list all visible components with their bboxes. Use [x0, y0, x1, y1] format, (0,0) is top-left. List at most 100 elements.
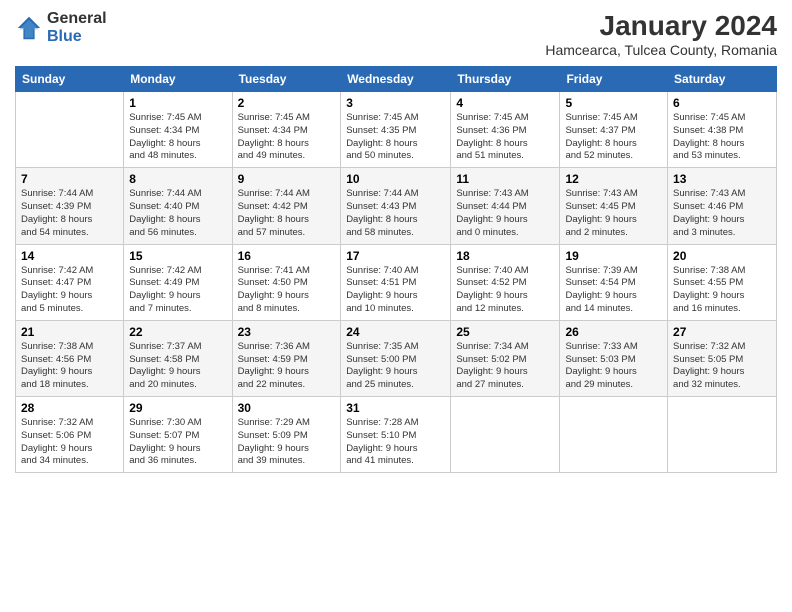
day-info: Sunrise: 7:34 AMSunset: 5:02 PMDaylight:…	[456, 341, 554, 392]
page-subtitle: Hamcearca, Tulcea County, Romania	[545, 42, 777, 58]
day-info: Sunrise: 7:36 AMSunset: 4:59 PMDaylight:…	[238, 341, 336, 392]
table-row: 16 Sunrise: 7:41 AMSunset: 4:50 PMDayligh…	[232, 244, 341, 320]
calendar-header-row: Sunday Monday Tuesday Wednesday Thursday…	[16, 67, 777, 92]
table-row: 19Sunrise: 7:39 AMSunset: 4:54 PMDayligh…	[560, 244, 668, 320]
day-info: Sunrise: 7:45 AMSunset: 4:38 PMDaylight:…	[673, 112, 771, 163]
day-number: 7	[21, 172, 118, 186]
table-row: 18 Sunrise: 7:40 AMSunset: 4:52 PMDayligh…	[451, 244, 560, 320]
day-number: 21	[21, 325, 118, 339]
title-block: January 2024 Hamcearca, Tulcea County, R…	[545, 10, 777, 58]
table-row: 17Sunrise: 7:40 AMSunset: 4:51 PMDayligh…	[341, 244, 451, 320]
table-row: 12 Sunrise: 7:43 AMSunset: 4:45 PMDayligh…	[560, 168, 668, 244]
day-number: 17	[346, 249, 445, 263]
table-row: 7 Sunrise: 7:44 AMSunset: 4:39 PMDaylight…	[16, 168, 124, 244]
logo-text: General Blue	[47, 10, 107, 45]
day-number: 4	[456, 96, 554, 110]
table-row	[560, 397, 668, 473]
table-row: 29Sunrise: 7:30 AMSunset: 5:07 PMDayligh…	[124, 397, 232, 473]
table-row: 23 Sunrise: 7:36 AMSunset: 4:59 PMDayligh…	[232, 320, 341, 396]
calendar-week-row: 28 Sunrise: 7:32 AMSunset: 5:06 PMDayligh…	[16, 397, 777, 473]
table-row: 25 Sunrise: 7:34 AMSunset: 5:02 PMDayligh…	[451, 320, 560, 396]
day-info: Sunrise: 7:40 AMSunset: 4:52 PMDaylight:…	[456, 265, 554, 316]
table-row: 9Sunrise: 7:44 AMSunset: 4:42 PMDaylight…	[232, 168, 341, 244]
day-info: Sunrise: 7:43 AMSunset: 4:45 PMDaylight:…	[565, 188, 662, 239]
day-number: 31	[346, 401, 445, 415]
day-info: Sunrise: 7:45 AMSunset: 4:36 PMDaylight:…	[456, 112, 554, 163]
header-friday: Friday	[560, 67, 668, 92]
header-saturday: Saturday	[668, 67, 777, 92]
day-info: Sunrise: 7:45 AMSunset: 4:34 PMDaylight:…	[238, 112, 336, 163]
table-row	[668, 397, 777, 473]
day-info: Sunrise: 7:32 AMSunset: 5:05 PMDaylight:…	[673, 341, 771, 392]
day-number: 11	[456, 172, 554, 186]
day-number: 24	[346, 325, 445, 339]
table-row: 30Sunrise: 7:29 AMSunset: 5:09 PMDayligh…	[232, 397, 341, 473]
day-number: 15	[129, 249, 226, 263]
day-info: Sunrise: 7:44 AMSunset: 4:43 PMDaylight:…	[346, 188, 445, 239]
day-info: Sunrise: 7:42 AMSunset: 4:49 PMDaylight:…	[129, 265, 226, 316]
table-row: 15 Sunrise: 7:42 AMSunset: 4:49 PMDayligh…	[124, 244, 232, 320]
day-info: Sunrise: 7:32 AMSunset: 5:06 PMDaylight:…	[21, 417, 118, 468]
page-title: January 2024	[545, 10, 777, 42]
table-row: 26 Sunrise: 7:33 AMSunset: 5:03 PMDayligh…	[560, 320, 668, 396]
day-info: Sunrise: 7:38 AMSunset: 4:55 PMDaylight:…	[673, 265, 771, 316]
day-number: 23	[238, 325, 336, 339]
header-monday: Monday	[124, 67, 232, 92]
table-row: 27Sunrise: 7:32 AMSunset: 5:05 PMDayligh…	[668, 320, 777, 396]
day-number: 16	[238, 249, 336, 263]
day-number: 20	[673, 249, 771, 263]
calendar-table: Sunday Monday Tuesday Wednesday Thursday…	[15, 66, 777, 473]
logo: General Blue	[15, 10, 107, 45]
day-info: Sunrise: 7:45 AMSunset: 4:34 PMDaylight:…	[129, 112, 226, 163]
day-info: Sunrise: 7:44 AMSunset: 4:40 PMDaylight:…	[129, 188, 226, 239]
day-number: 5	[565, 96, 662, 110]
day-info: Sunrise: 7:33 AMSunset: 5:03 PMDaylight:…	[565, 341, 662, 392]
header-tuesday: Tuesday	[232, 67, 341, 92]
day-number: 8	[129, 172, 226, 186]
table-row: 4 Sunrise: 7:45 AMSunset: 4:36 PMDaylight…	[451, 92, 560, 168]
day-info: Sunrise: 7:43 AMSunset: 4:46 PMDaylight:…	[673, 188, 771, 239]
calendar-week-row: 7 Sunrise: 7:44 AMSunset: 4:39 PMDaylight…	[16, 168, 777, 244]
day-info: Sunrise: 7:44 AMSunset: 4:39 PMDaylight:…	[21, 188, 118, 239]
table-row: 21 Sunrise: 7:38 AMSunset: 4:56 PMDayligh…	[16, 320, 124, 396]
logo-icon	[15, 14, 43, 42]
day-number: 12	[565, 172, 662, 186]
table-row: 8 Sunrise: 7:44 AMSunset: 4:40 PMDaylight…	[124, 168, 232, 244]
day-info: Sunrise: 7:45 AMSunset: 4:37 PMDaylight:…	[565, 112, 662, 163]
day-info: Sunrise: 7:41 AMSunset: 4:50 PMDaylight:…	[238, 265, 336, 316]
day-number: 26	[565, 325, 662, 339]
day-info: Sunrise: 7:38 AMSunset: 4:56 PMDaylight:…	[21, 341, 118, 392]
table-row: 28 Sunrise: 7:32 AMSunset: 5:06 PMDayligh…	[16, 397, 124, 473]
day-info: Sunrise: 7:37 AMSunset: 4:58 PMDaylight:…	[129, 341, 226, 392]
day-number: 13	[673, 172, 771, 186]
day-number: 25	[456, 325, 554, 339]
day-number: 3	[346, 96, 445, 110]
table-row: 10 Sunrise: 7:44 AMSunset: 4:43 PMDayligh…	[341, 168, 451, 244]
day-info: Sunrise: 7:30 AMSunset: 5:07 PMDaylight:…	[129, 417, 226, 468]
header: General Blue January 2024 Hamcearca, Tul…	[15, 10, 777, 58]
day-info: Sunrise: 7:45 AMSunset: 4:35 PMDaylight:…	[346, 112, 445, 163]
table-row	[16, 92, 124, 168]
table-row: 2Sunrise: 7:45 AMSunset: 4:34 PMDaylight…	[232, 92, 341, 168]
day-info: Sunrise: 7:42 AMSunset: 4:47 PMDaylight:…	[21, 265, 118, 316]
day-number: 28	[21, 401, 118, 415]
day-info: Sunrise: 7:44 AMSunset: 4:42 PMDaylight:…	[238, 188, 336, 239]
table-row: 3 Sunrise: 7:45 AMSunset: 4:35 PMDaylight…	[341, 92, 451, 168]
day-number: 18	[456, 249, 554, 263]
header-thursday: Thursday	[451, 67, 560, 92]
table-row: 1Sunrise: 7:45 AMSunset: 4:34 PMDaylight…	[124, 92, 232, 168]
table-row: 6Sunrise: 7:45 AMSunset: 4:38 PMDaylight…	[668, 92, 777, 168]
day-info: Sunrise: 7:35 AMSunset: 5:00 PMDaylight:…	[346, 341, 445, 392]
table-row: 24 Sunrise: 7:35 AMSunset: 5:00 PMDayligh…	[341, 320, 451, 396]
table-row: 5 Sunrise: 7:45 AMSunset: 4:37 PMDaylight…	[560, 92, 668, 168]
header-wednesday: Wednesday	[341, 67, 451, 92]
calendar-week-row: 14 Sunrise: 7:42 AMSunset: 4:47 PMDayligh…	[16, 244, 777, 320]
day-number: 10	[346, 172, 445, 186]
table-row: 14 Sunrise: 7:42 AMSunset: 4:47 PMDayligh…	[16, 244, 124, 320]
table-row: 22Sunrise: 7:37 AMSunset: 4:58 PMDayligh…	[124, 320, 232, 396]
day-number: 14	[21, 249, 118, 263]
table-row: 13 Sunrise: 7:43 AMSunset: 4:46 PMDayligh…	[668, 168, 777, 244]
logo-general-text: General	[47, 10, 107, 28]
calendar-week-row: 21 Sunrise: 7:38 AMSunset: 4:56 PMDayligh…	[16, 320, 777, 396]
day-info: Sunrise: 7:29 AMSunset: 5:09 PMDaylight:…	[238, 417, 336, 468]
